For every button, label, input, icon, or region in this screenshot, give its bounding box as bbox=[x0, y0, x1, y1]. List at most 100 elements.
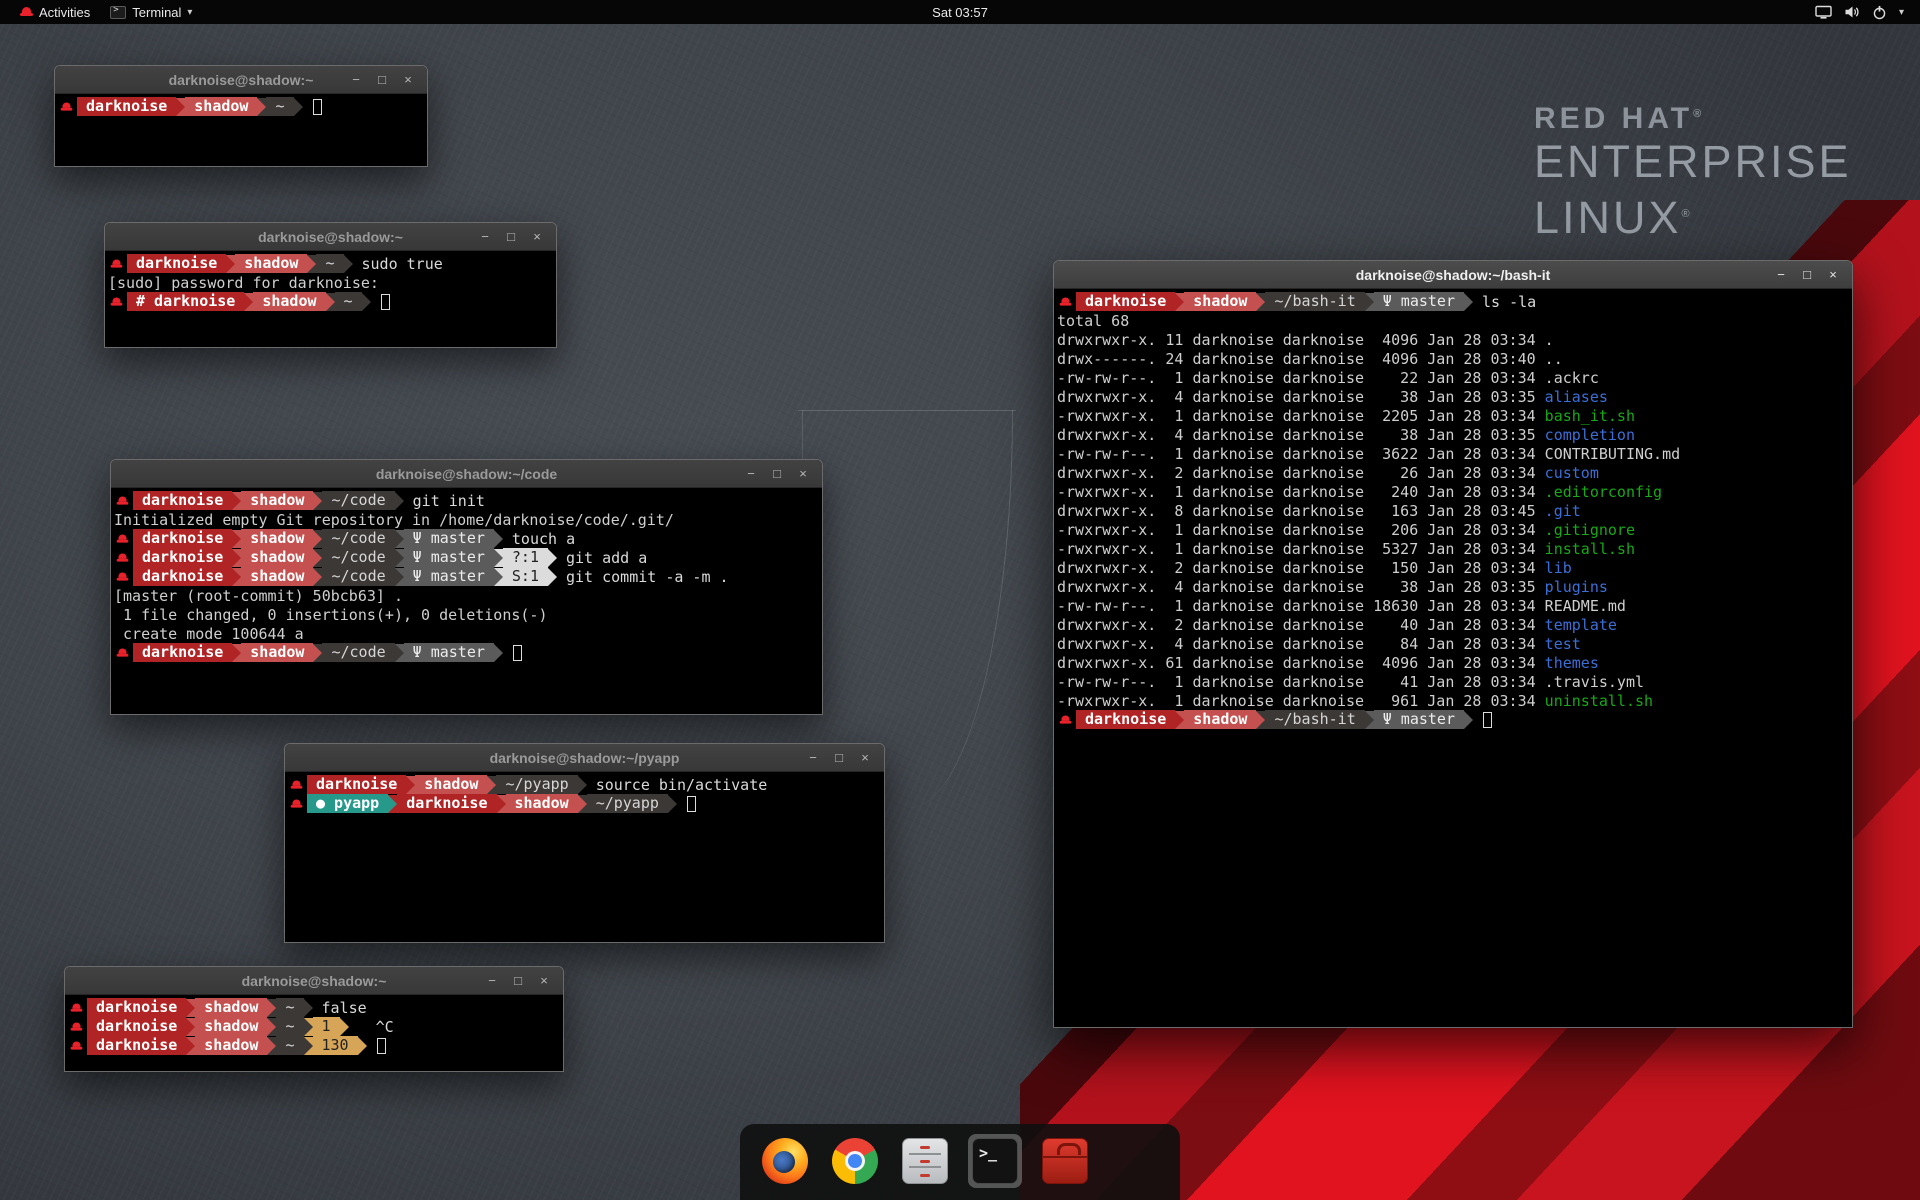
output-text: .. bbox=[1545, 350, 1563, 368]
clock[interactable]: Sat 03:57 bbox=[932, 5, 988, 20]
terminal-body[interactable]: darknoiseshadow~sudo true[sudo] password… bbox=[105, 251, 556, 347]
output-text: CONTRIBUTING.md bbox=[1545, 445, 1680, 463]
output-text: drwxrwxr-x. 11 darknoise darknoise 4096 … bbox=[1057, 331, 1545, 349]
window-titlebar[interactable]: darknoise@shadow:~/code−□× bbox=[111, 460, 822, 488]
fedora-icon bbox=[117, 495, 129, 506]
dock-item-terminal[interactable]: >_ bbox=[968, 1134, 1022, 1188]
powerline-arrow-icon bbox=[267, 1037, 276, 1055]
prompt-segment-host: shadow bbox=[1184, 710, 1256, 729]
minimize-button[interactable]: − bbox=[740, 464, 762, 484]
powerline-arrow-icon bbox=[494, 530, 503, 548]
powerline-arrow-icon bbox=[340, 1018, 349, 1036]
close-button[interactable]: × bbox=[1822, 265, 1844, 285]
terminal-body[interactable]: darknoiseshadow~/bash-itΨ masterls -lato… bbox=[1054, 289, 1852, 1027]
terminal-body[interactable]: darknoiseshadow~ bbox=[55, 94, 427, 166]
dock-item-chrome[interactable] bbox=[828, 1134, 882, 1188]
terminal-line: -rw-rw-r--. 1 darknoise darknoise 22 Jan… bbox=[1057, 368, 1849, 387]
powerline-arrow-icon bbox=[1365, 711, 1374, 729]
terminal-body[interactable]: darknoiseshadow~falsedarknoiseshadow~1 ^… bbox=[65, 995, 563, 1071]
powerline-arrow-icon bbox=[313, 644, 322, 662]
prompt-segment-branch: Ψ master bbox=[1374, 710, 1464, 729]
dock-item-firefox[interactable] bbox=[758, 1134, 812, 1188]
close-button[interactable]: × bbox=[854, 748, 876, 768]
fedora-icon bbox=[291, 779, 303, 790]
window-titlebar[interactable]: darknoise@shadow:~−□× bbox=[55, 66, 427, 94]
fedora-icon bbox=[71, 1040, 83, 1051]
prompt-segment-host: shadow bbox=[253, 292, 325, 311]
prompt-segment-host: shadow bbox=[241, 548, 313, 567]
output-text: drwxrwxr-x. 2 darknoise darknoise 40 Jan… bbox=[1057, 616, 1545, 634]
terminal-body[interactable]: darknoiseshadow~/pyappsource bin/activat… bbox=[285, 772, 884, 942]
prompt-segment-host: shadow bbox=[506, 794, 578, 813]
window-titlebar[interactable]: darknoise@shadow:~−□× bbox=[105, 223, 556, 251]
powerline-arrow-icon bbox=[326, 293, 335, 311]
powerline-arrow-icon bbox=[313, 568, 322, 586]
close-button[interactable]: × bbox=[792, 464, 814, 484]
dock-item-toolbox[interactable] bbox=[1038, 1134, 1092, 1188]
window-titlebar[interactable]: darknoise@shadow:~/pyapp−□× bbox=[285, 744, 884, 772]
prompt-segment-user: darknoise bbox=[133, 491, 232, 510]
prompt-segment-user: # darknoise bbox=[127, 292, 244, 311]
prompt-segment-host: shadow bbox=[241, 643, 313, 662]
terminal-line: drwxrwxr-x. 4 darknoise darknoise 38 Jan… bbox=[1057, 425, 1849, 444]
window-titlebar[interactable]: darknoise@shadow:~/bash-it−□× bbox=[1054, 261, 1852, 289]
fedora-icon bbox=[111, 258, 123, 269]
prompt-segment-user: darknoise bbox=[133, 567, 232, 586]
maximize-button[interactable]: □ bbox=[1796, 265, 1818, 285]
terminal-window-1: darknoise@shadow:~−□×darknoiseshadow~ bbox=[54, 65, 428, 167]
close-button[interactable]: × bbox=[526, 227, 548, 247]
window-controls: −□× bbox=[481, 971, 563, 991]
prompt-segment-exit: 130 bbox=[313, 1036, 358, 1055]
terminal-line: drwxrwxr-x. 4 darknoise darknoise 38 Jan… bbox=[1057, 577, 1849, 596]
terminal-line: darknoiseshadow~/codegit init bbox=[114, 491, 819, 510]
output-text: -rw-rw-r--. 1 darknoise darknoise 3622 J… bbox=[1057, 445, 1545, 463]
minimize-button[interactable]: − bbox=[1770, 265, 1792, 285]
prompt-segment-branch: Ψ master bbox=[404, 529, 494, 548]
minimize-button[interactable]: − bbox=[802, 748, 824, 768]
powerline-arrow-icon bbox=[1256, 293, 1265, 311]
window-titlebar[interactable]: darknoise@shadow:~−□× bbox=[65, 967, 563, 995]
minimize-button[interactable]: − bbox=[474, 227, 496, 247]
maximize-button[interactable]: □ bbox=[766, 464, 788, 484]
close-button[interactable]: × bbox=[533, 971, 555, 991]
command-text: ^C bbox=[349, 1018, 394, 1036]
close-button[interactable]: × bbox=[397, 70, 419, 90]
terminal-body[interactable]: darknoiseshadow~/codegit initInitialized… bbox=[111, 488, 822, 714]
maximize-button[interactable]: □ bbox=[371, 70, 393, 90]
dock-item-app-grid[interactable] bbox=[1108, 1134, 1162, 1188]
maximize-button[interactable]: □ bbox=[500, 227, 522, 247]
system-tray[interactable]: ▾ bbox=[1809, 5, 1910, 20]
dock-item-files[interactable] bbox=[898, 1134, 952, 1188]
terminal-line: darknoiseshadow~1 ^C bbox=[68, 1017, 560, 1036]
chevron-down-icon: ▾ bbox=[187, 7, 192, 18]
maximize-button[interactable]: □ bbox=[507, 971, 529, 991]
powerline-arrow-icon bbox=[497, 795, 506, 813]
prompt-segment-user: darknoise bbox=[133, 643, 232, 662]
app-menu-terminal[interactable]: Terminal ▾ bbox=[100, 0, 202, 24]
prompt-segment-branch: Ψ master bbox=[1374, 292, 1464, 311]
terminal-line: darknoiseshadow~false bbox=[68, 998, 560, 1017]
powerline-arrow-icon bbox=[1464, 711, 1473, 729]
fedora-icon bbox=[71, 1002, 83, 1013]
terminal-line: drwxrwxr-x. 2 darknoise darknoise 40 Jan… bbox=[1057, 615, 1849, 634]
app-menu-label: Terminal bbox=[132, 5, 181, 20]
powerline-arrow-icon bbox=[358, 1037, 367, 1055]
terminal-window-3: darknoise@shadow:~/code−□×darknoiseshado… bbox=[110, 459, 823, 715]
prompt-segment-path: ~/code bbox=[322, 491, 394, 510]
prompt-segment-stat: S:1 bbox=[503, 567, 548, 586]
powerline-arrow-icon bbox=[1256, 711, 1265, 729]
activities-button[interactable]: Activities bbox=[10, 0, 100, 24]
prompt-segment-path: ~ bbox=[335, 292, 362, 311]
terminal-cursor bbox=[687, 796, 696, 812]
minimize-button[interactable]: − bbox=[345, 70, 367, 90]
output-text: .ackrc bbox=[1545, 369, 1599, 387]
minimize-button[interactable]: − bbox=[481, 971, 503, 991]
fedora-icon bbox=[117, 647, 129, 658]
command-text: git add a bbox=[557, 549, 647, 567]
powerline-arrow-icon bbox=[494, 549, 503, 567]
powerline-arrow-icon bbox=[548, 568, 557, 586]
powerline-arrow-icon bbox=[186, 999, 195, 1017]
maximize-button[interactable]: □ bbox=[828, 748, 850, 768]
firefox-icon bbox=[762, 1138, 808, 1184]
prompt-segment-user: darknoise bbox=[87, 1036, 186, 1055]
